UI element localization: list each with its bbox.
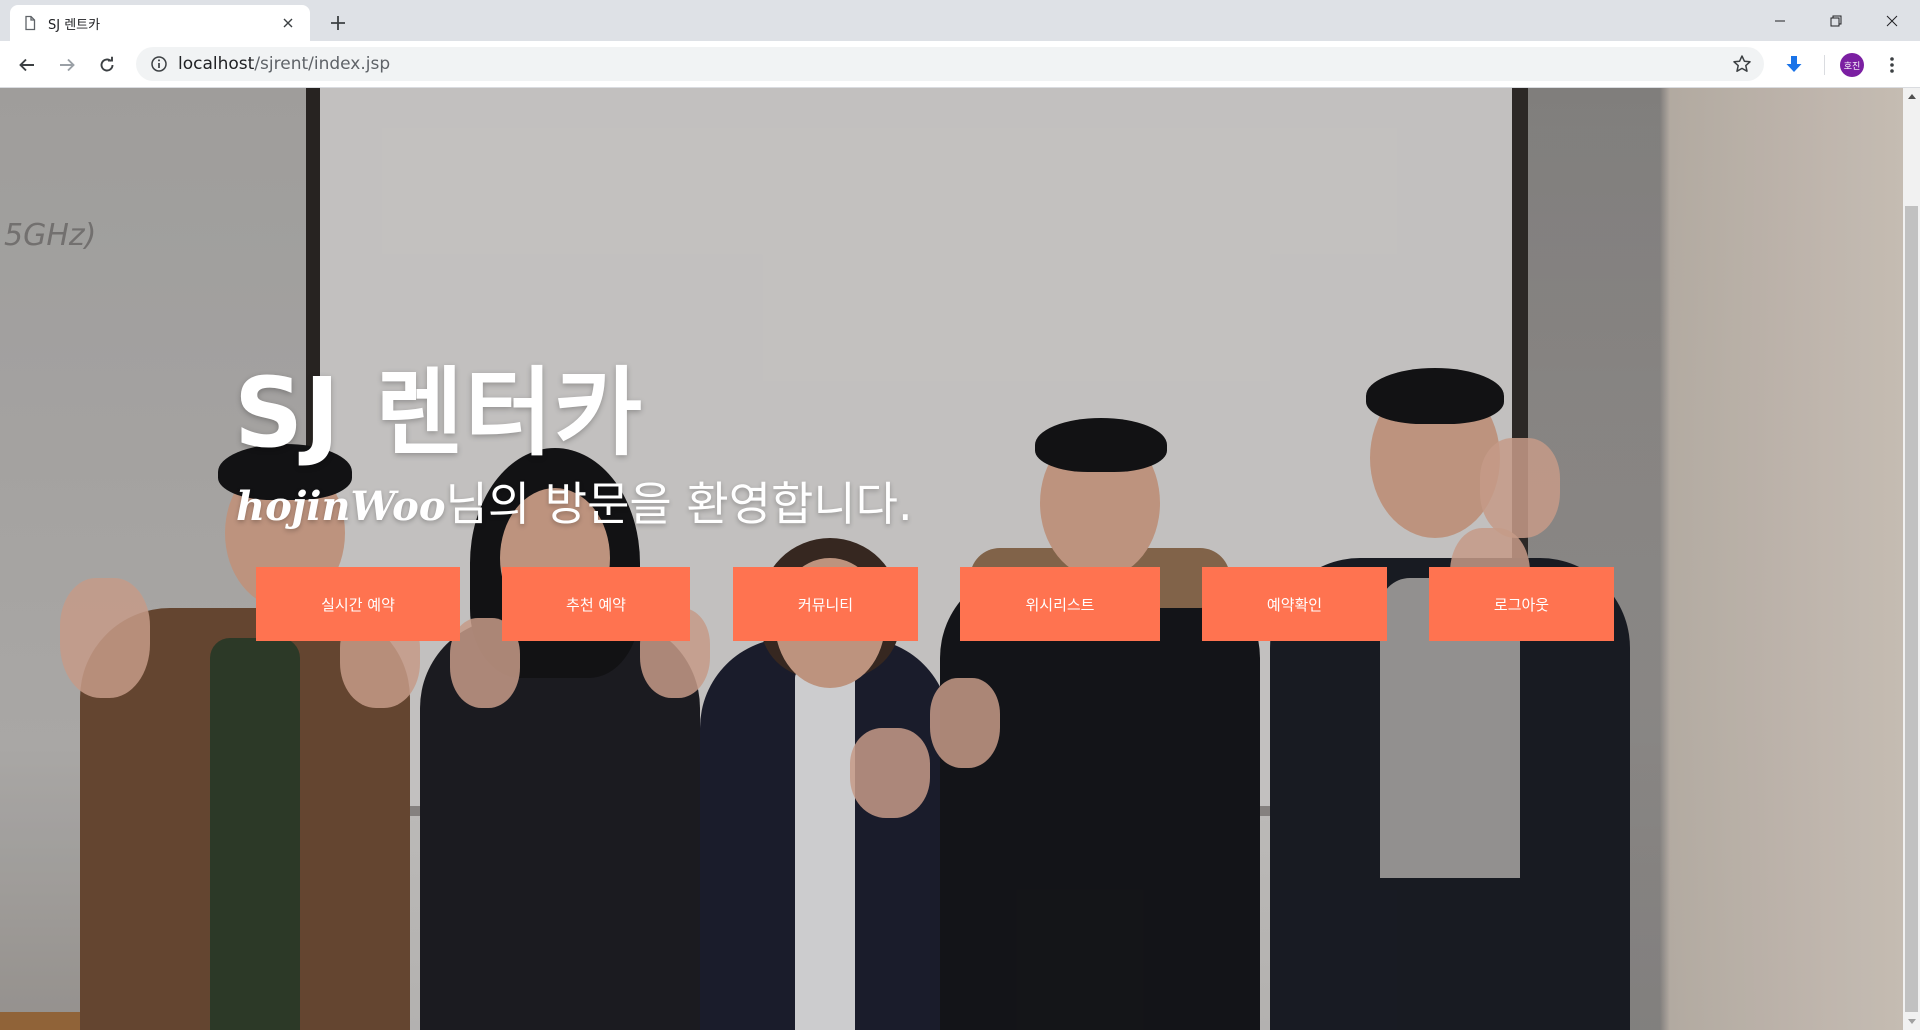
browser-tab-active[interactable]: SJ 렌트카 — [10, 5, 310, 41]
url-text: localhost/sjrent/index.jsp — [178, 54, 390, 74]
tab-title: SJ 렌트카 — [48, 17, 101, 33]
page-scrollbar[interactable] — [1903, 88, 1920, 1030]
address-bar[interactable]: localhost/sjrent/index.jsp — [136, 47, 1764, 81]
bookmark-star-icon[interactable] — [1732, 54, 1752, 74]
username: hojinWoo — [236, 483, 446, 530]
wishlist-button[interactable]: 위시리스트 — [960, 567, 1160, 641]
minimize-window-icon[interactable] — [1752, 0, 1808, 41]
back-arrow-icon[interactable] — [12, 50, 42, 80]
tab-close-icon[interactable] — [278, 13, 298, 33]
scrollbar-thumb[interactable] — [1905, 206, 1918, 1012]
welcome-greeting: 님의 방문을 환영합니다. — [445, 477, 913, 531]
url-host: localhost — [178, 54, 255, 74]
hero-background-photo: 5GHz) — [0, 88, 1903, 1030]
site-title: SJ 렌터카 — [234, 357, 644, 469]
scroll-up-arrow-icon[interactable] — [1903, 88, 1920, 105]
restore-window-icon[interactable] — [1808, 0, 1864, 41]
new-tab-button[interactable] — [324, 9, 352, 37]
hero-overlay — [0, 88, 1903, 1030]
recommended-reservation-button[interactable]: 추천 예약 — [502, 567, 690, 641]
browser-tab-strip: SJ 렌트카 — [0, 0, 1920, 41]
scroll-down-arrow-icon[interactable] — [1903, 1013, 1920, 1030]
profile-avatar[interactable]: 호진 — [1840, 53, 1864, 77]
page-viewport: 5GHz) SJ 렌터카 hojinWoo님의 방문을 환영합니다. 실시간 예… — [0, 88, 1903, 1030]
browser-toolbar: localhost/sjrent/index.jsp 호진 — [0, 41, 1920, 88]
reload-icon[interactable] — [92, 50, 122, 80]
realtime-reservation-button[interactable]: 실시간 예약 — [256, 567, 460, 641]
site-info-icon[interactable] — [150, 55, 168, 73]
browser-menu-icon[interactable] — [1880, 53, 1904, 77]
download-icon[interactable] — [1782, 53, 1806, 77]
url-path: /sjrent/index.jsp — [254, 54, 391, 74]
welcome-message: hojinWoo님의 방문을 환영합니다. — [236, 476, 913, 535]
reservation-check-button[interactable]: 예약확인 — [1202, 567, 1387, 641]
forward-arrow-icon[interactable] — [52, 50, 82, 80]
community-button[interactable]: 커뮤니티 — [733, 567, 918, 641]
logout-button[interactable]: 로그아웃 — [1429, 567, 1614, 641]
toolbar-divider — [1824, 55, 1825, 75]
page-icon — [22, 15, 38, 31]
close-window-icon[interactable] — [1864, 0, 1920, 41]
